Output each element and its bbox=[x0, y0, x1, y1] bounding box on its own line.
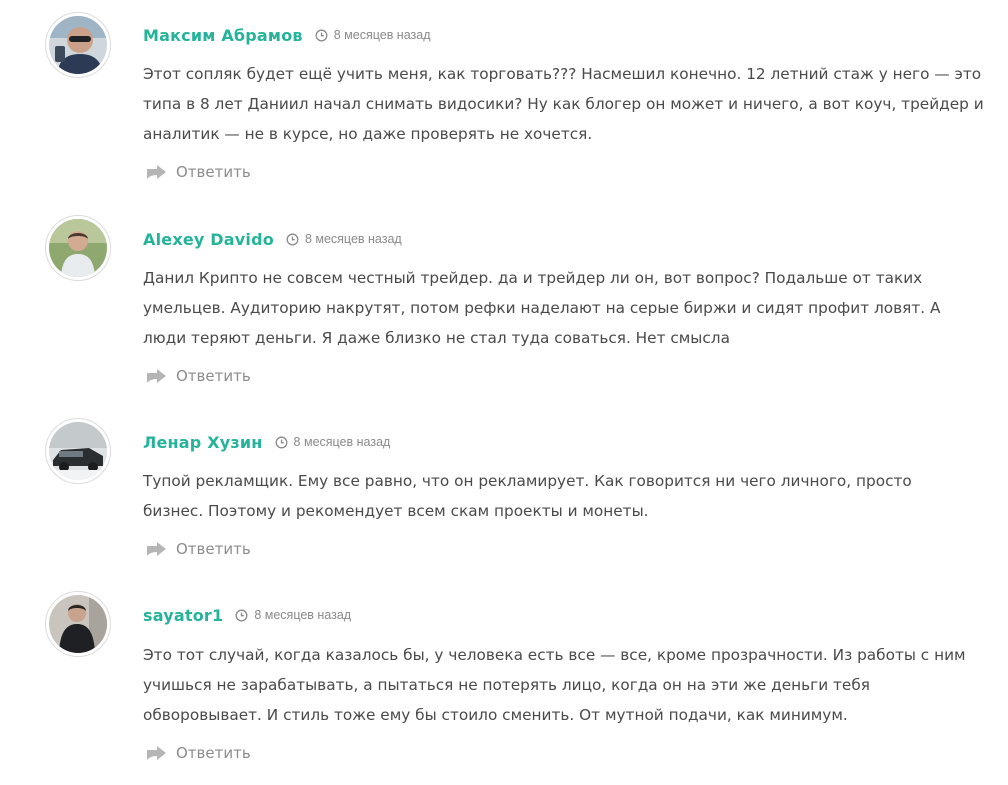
comment-author[interactable]: Ленар Хузин bbox=[143, 433, 263, 452]
avatar-photo bbox=[49, 16, 107, 74]
comment-meta: Ленар Хузин 8 месяцев назад bbox=[143, 430, 390, 454]
comment-text-line: Данил Крипто не совсем честный трейдер. … bbox=[143, 269, 923, 287]
clock-icon bbox=[315, 29, 328, 42]
avatar[interactable] bbox=[45, 591, 111, 657]
comment-author[interactable]: Максим Абрамов bbox=[143, 26, 303, 45]
reply-arrow-icon bbox=[146, 541, 168, 557]
comment-text-line: бизнес. Поэтому и рекомендует всем скам … bbox=[143, 502, 649, 520]
comment-text: Тупой рекламщик. Ему все равно, что он р… bbox=[143, 466, 988, 526]
reply-label: Ответить bbox=[176, 744, 251, 762]
comment-text-line: обворовывает. И стиль тоже ему бы стоило… bbox=[143, 706, 848, 724]
comment-date[interactable]: 8 месяцев назад bbox=[334, 28, 431, 42]
comment-text-line: умельцев. Аудиторию накрутят, потом рефк… bbox=[143, 299, 941, 317]
comment-text-line: типа в 8 лет Даниил начал снимать видоси… bbox=[143, 95, 984, 113]
reply-button[interactable]: Ответить bbox=[146, 365, 251, 387]
avatar-photo bbox=[49, 219, 107, 277]
clock-icon bbox=[235, 609, 248, 622]
comment-date[interactable]: 8 месяцев назад bbox=[294, 435, 391, 449]
comment-date[interactable]: 8 месяцев назад bbox=[305, 232, 402, 246]
reply-label: Ответить bbox=[176, 540, 251, 558]
comment-text: Это тот случай, когда казалось бы, у чел… bbox=[143, 640, 988, 730]
avatar[interactable] bbox=[45, 215, 111, 281]
reply-arrow-icon bbox=[146, 745, 168, 761]
comment-meta: Максим Абрамов 8 месяцев назад bbox=[143, 23, 431, 47]
reply-arrow-icon bbox=[146, 368, 168, 384]
avatar[interactable] bbox=[45, 418, 111, 484]
reply-button[interactable]: Ответить bbox=[146, 161, 251, 183]
comment-text-line: Это тот случай, когда казалось бы, у чел… bbox=[143, 646, 966, 664]
reply-label: Ответить bbox=[176, 163, 251, 181]
reply-button[interactable]: Ответить bbox=[146, 742, 251, 764]
clock-icon bbox=[275, 436, 288, 449]
comment-meta: Alexey Davido 8 месяцев назад bbox=[143, 227, 402, 251]
comment-text-line: Этот сопляк будет ещё учить меня, как то… bbox=[143, 65, 982, 83]
avatar-photo bbox=[49, 595, 107, 653]
comment-text-line: учишься не зарабатывать, а пытаться не п… bbox=[143, 676, 870, 694]
avatar[interactable] bbox=[45, 12, 111, 78]
reply-button[interactable]: Ответить bbox=[146, 538, 251, 560]
comment-text-line: Тупой рекламщик. Ему все равно, что он р… bbox=[143, 472, 912, 490]
comment-date[interactable]: 8 месяцев назад bbox=[254, 608, 351, 622]
comment-text-line: люди теряют деньги. Я даже близко не ста… bbox=[143, 329, 730, 347]
clock-icon bbox=[286, 233, 299, 246]
reply-arrow-icon bbox=[146, 164, 168, 180]
comment-author[interactable]: Alexey Davido bbox=[143, 230, 274, 249]
comment-text: Этот сопляк будет ещё учить меня, как то… bbox=[143, 59, 988, 149]
reply-label: Ответить bbox=[176, 367, 251, 385]
comment-text-line: аналитик — не в курсе, но даже проверять… bbox=[143, 125, 593, 143]
avatar-photo bbox=[49, 422, 107, 480]
comment-meta: sayator1 8 месяцев назад bbox=[143, 603, 351, 627]
comment-text: Данил Крипто не совсем честный трейдер. … bbox=[143, 263, 988, 353]
comment-author[interactable]: sayator1 bbox=[143, 606, 223, 625]
